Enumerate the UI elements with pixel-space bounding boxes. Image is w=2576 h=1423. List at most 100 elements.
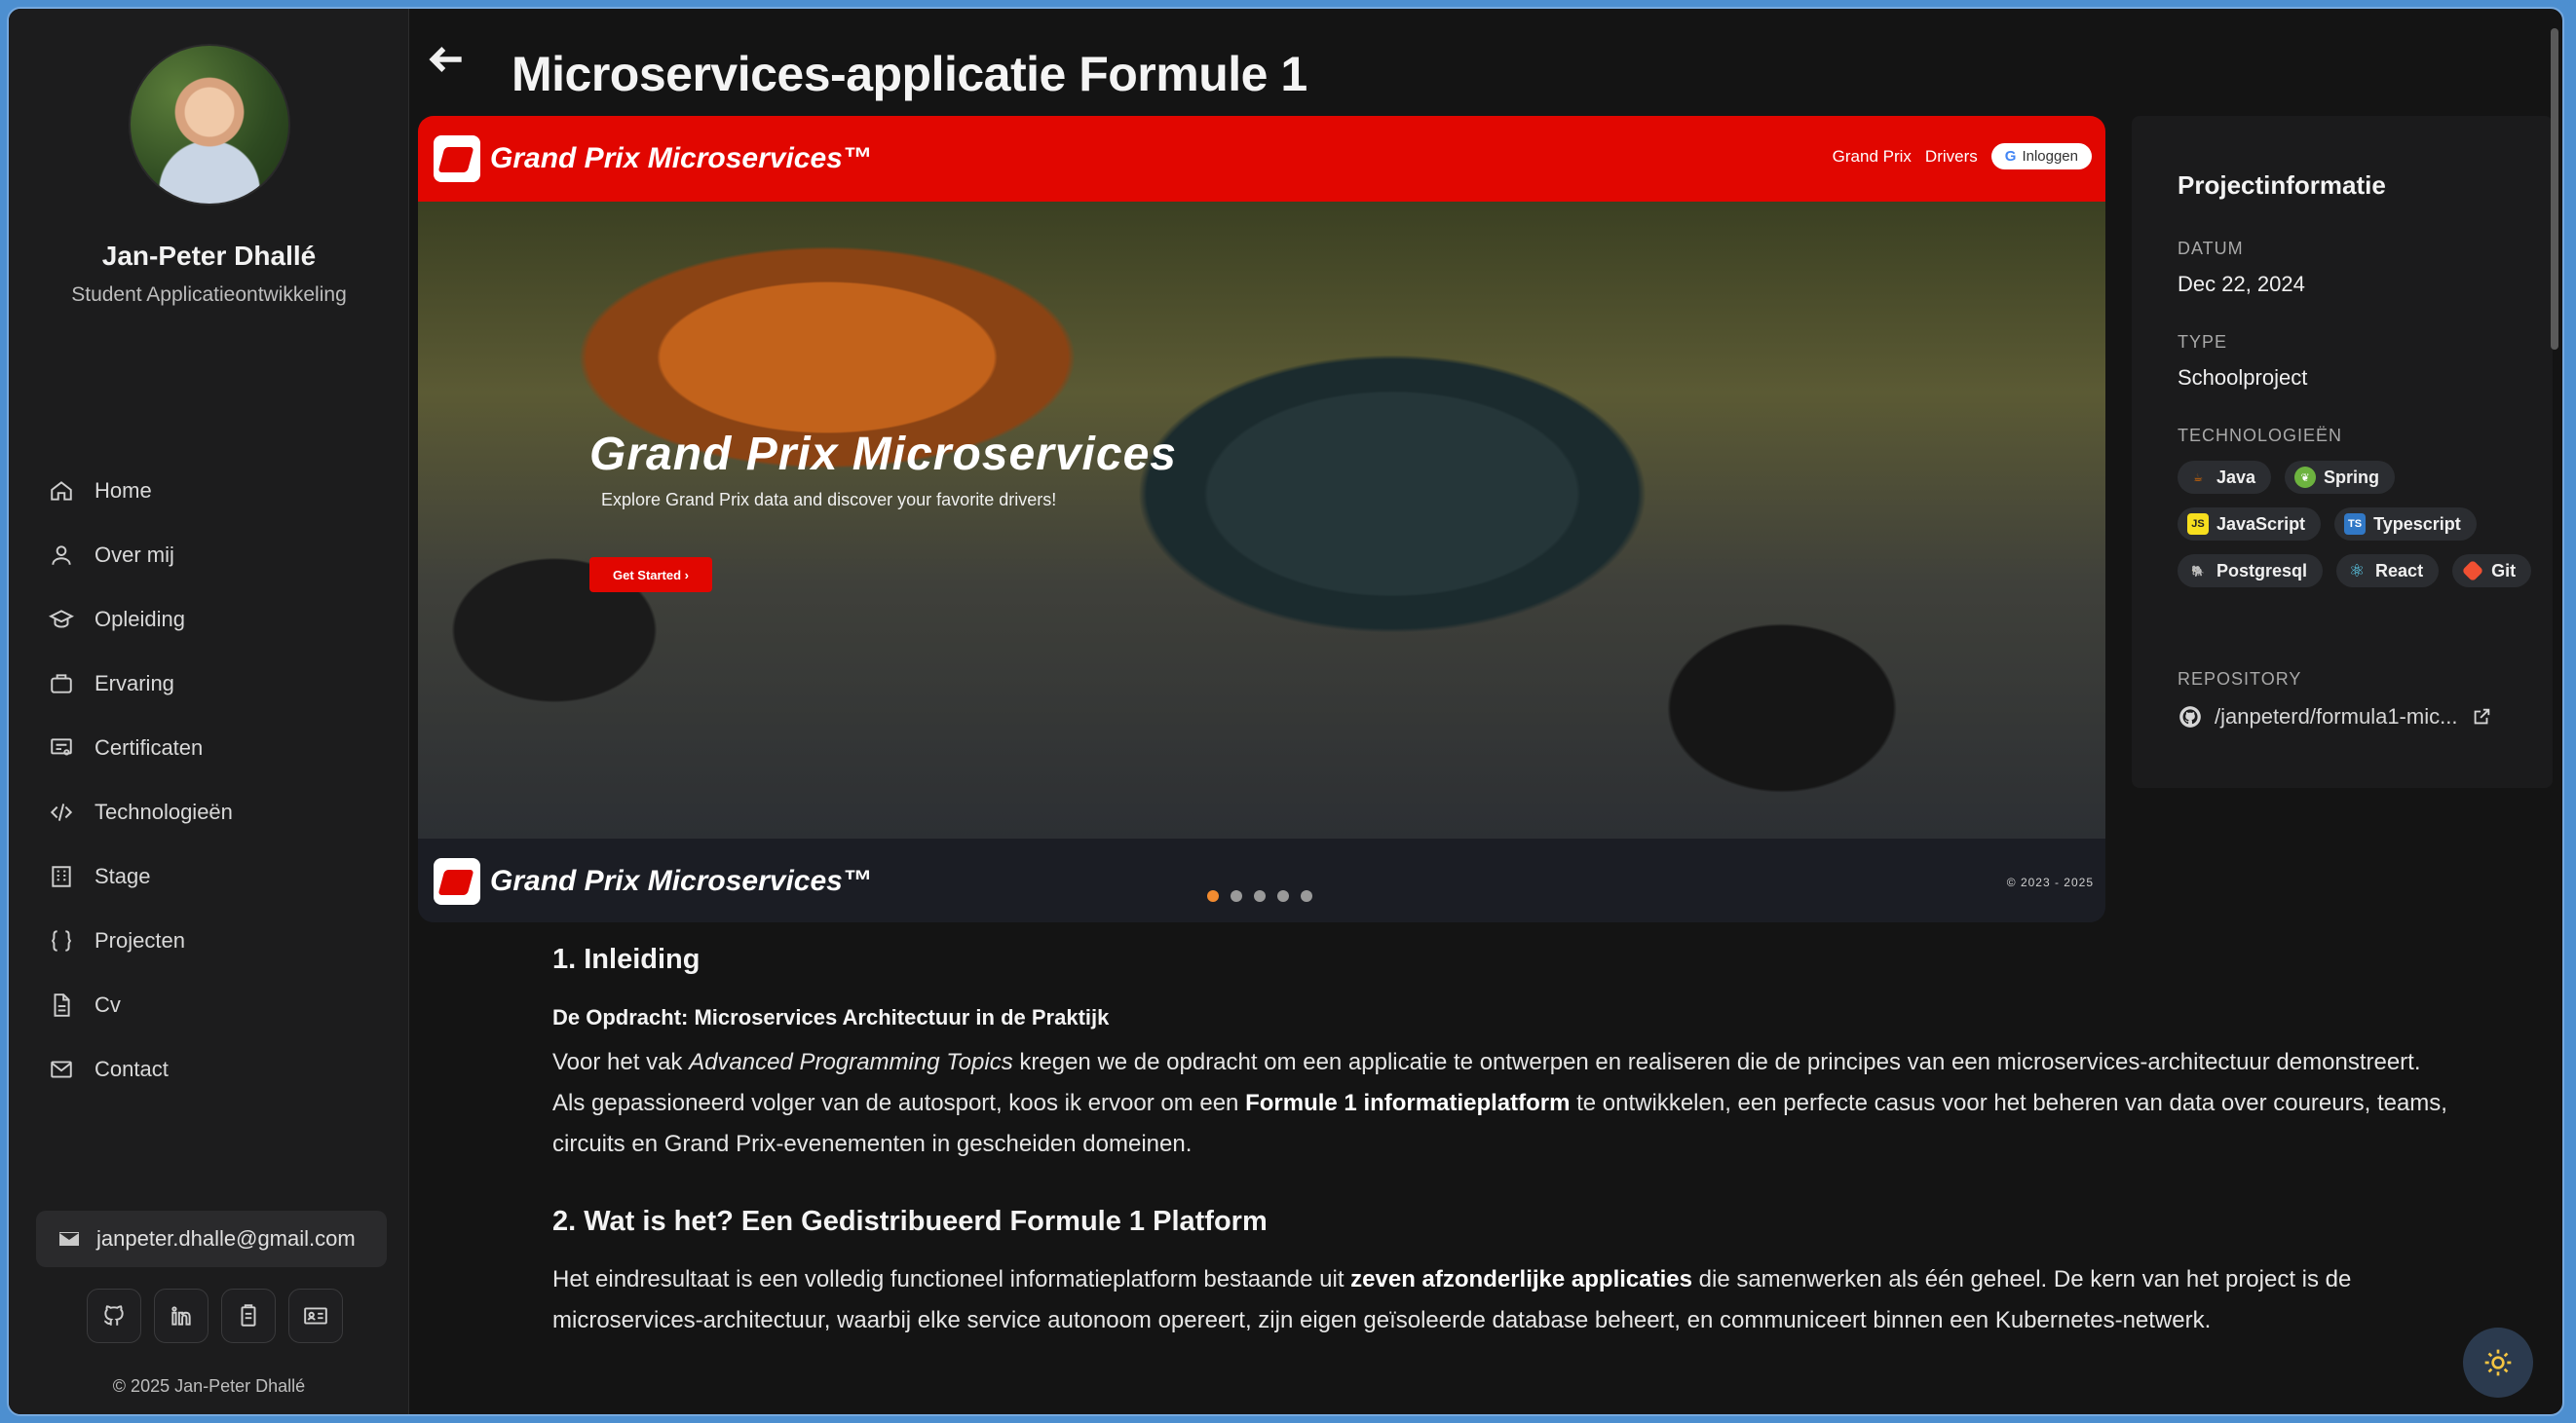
date-label: DATUM [2178,239,2244,258]
sidebar-item-label: Ervaring [95,671,174,695]
tech-chip-label: Typescript [2373,513,2461,534]
date-value: Dec 22, 2024 [2178,272,2305,296]
copyright: © 2025 Jan-Peter Dhallé [112,1376,306,1396]
carousel-dot-1[interactable] [1207,890,1219,902]
certificate-icon [46,732,77,764]
tech-chip-java: ☕ Java [2178,461,2272,494]
braces-icon [46,925,77,956]
tech-chip-label: React [2375,560,2424,580]
screenshot-nav-drivers: Drivers [1924,146,1978,166]
external-link-icon [2475,708,2490,725]
text-span: Het eindresultaat is een volledig functi… [552,1266,1351,1292]
carousel-dot-2[interactable] [1231,890,1242,902]
javascript-icon: JS [2187,513,2209,535]
java-icon: ☕ [2193,471,2203,484]
tech-chip-label: JavaScript [2216,513,2306,534]
avatar [129,44,290,206]
type-value: Schoolproject [2178,365,2308,390]
screenshot-login-button: G Inloggen [1990,143,2092,169]
screenshot-brand: Grand Prix Microservices™ [434,135,872,182]
repository-text: /janpeterd/formula1-mic... [2215,704,2458,729]
back-button[interactable] [426,38,469,81]
paragraph-wat-is-het: Het eindresultaat is een volledig functi… [552,1259,2452,1341]
github-button[interactable] [87,1289,141,1343]
grand-prix-logo-icon [434,135,480,182]
sidebar-item-label: Projecten [95,928,185,953]
carousel-dot-3[interactable] [1254,890,1266,902]
linkedin-icon [171,1306,191,1326]
profile-role: Student Applicatieontwikkeling [71,283,347,306]
sidebar-nav: Home Over mij Opleiding Ervaring Certifi… [46,459,377,1102]
repository-link[interactable]: /janpeterd/formula1-mic... [2178,704,2492,730]
sidebar-item-label: Technologieën [95,800,233,824]
carousel-pagination [1207,890,1312,902]
tech-chip-typescript: TS Typescript [2334,507,2477,541]
technology-chips: ☕ Java ❦ Spring JS JavaScript TS Typescript … [2178,461,2548,587]
briefcase-icon [46,668,77,699]
tech-chip-label: Git [2491,560,2517,580]
carousel-dot-4[interactable] [1277,890,1289,902]
sidebar-item-contact[interactable]: Contact [46,1037,377,1102]
github-icon [2179,706,2201,728]
github-icon [104,1305,124,1326]
email-text: janpeter.dhalle@gmail.com [96,1226,356,1251]
sidebar-item-technologieen[interactable]: Technologieën [46,780,377,844]
tech-chip-git: Git [2452,554,2532,587]
sidebar-item-label: Home [95,478,152,503]
text-span: Voor het vak [552,1049,690,1075]
screenshot-get-started-label: Get Started [612,567,682,582]
sidebar-item-label: Contact [95,1057,169,1081]
sun-icon [2484,1349,2512,1376]
sidebar-item-label: Over mij [95,543,174,567]
sidebar-item-over-mij[interactable]: Over mij [46,523,377,587]
sidebar-item-cv[interactable]: Cv [46,973,377,1037]
sidebar-item-stage[interactable]: Stage [46,844,377,909]
section-heading-wat-is-het: 2. Wat is het? Een Gedistribueerd Formul… [552,1206,1268,1237]
type-label: TYPE [2178,332,2228,352]
sidebar-item-projecten[interactable]: Projecten [46,909,377,973]
sidebar-item-opleiding[interactable]: Opleiding [46,587,377,652]
contact-card-button[interactable] [288,1289,343,1343]
tech-chip-javascript: JS JavaScript [2178,507,2322,541]
profile-name: Jan-Peter Dhallé [101,241,317,271]
carousel-dot-5[interactable] [1301,890,1312,902]
theme-toggle-button[interactable] [2463,1328,2533,1398]
git-icon [2461,559,2484,582]
sidebar: Jan-Peter Dhallé Student Applicatieontwi… [9,9,409,1414]
screenshot-footer-brand: Grand Prix Microservices™ [434,858,872,905]
arrow-left-icon [429,47,462,72]
cv-button[interactable] [221,1289,276,1343]
typescript-icon: TS [2344,513,2367,535]
screenshot-get-started-button: Get Started › [589,557,712,592]
strong-text: zeven afzonderlijke applicaties [1350,1266,1692,1292]
home-icon [46,475,77,506]
paragraph-inleiding: Voor het vak Advanced Programming Topics… [552,1042,2452,1165]
project-screenshot-carousel[interactable]: Grand Prix Microservices™ Grand Prix Dri… [418,116,2105,922]
screenshot-footer-brand-text: Grand Prix Microservices™ [490,865,872,897]
project-article: 1. Inleiding De Opdracht: Microservices … [552,944,2452,1341]
screenshot-hero-title: Grand Prix Microservices [589,429,1177,480]
tech-chip-label: Spring [2324,467,2380,487]
scrollbar[interactable] [2551,28,2558,350]
postgresql-icon: 🐘 [2191,565,2205,578]
sidebar-item-label: Stage [95,864,151,888]
screenshot-header: Grand Prix Microservices™ Grand Prix Dri… [418,116,2105,202]
screenshot-login-label: Inloggen [2022,148,2078,165]
grand-prix-logo-icon [434,858,480,905]
sidebar-item-label: Opleiding [95,607,185,631]
project-info-card: Projectinformatie DATUM Dec 22, 2024 TYP… [2132,116,2553,788]
sidebar-item-home[interactable]: Home [46,459,377,523]
sidebar-item-ervaring[interactable]: Ervaring [46,652,377,716]
sidebar-item-certificaten[interactable]: Certificaten [46,716,377,780]
browser-window: Jan-Peter Dhallé Student Applicatieontwi… [7,7,2564,1416]
strong-text: Formule 1 informatieplatform [1245,1090,1571,1116]
tech-chip-postgresql: 🐘 Postgresql [2178,554,2324,587]
repository-label: REPOSITORY [2178,669,2302,689]
linkedin-button[interactable] [154,1289,208,1343]
screenshot-brand-text: Grand Prix Microservices™ [490,142,872,174]
tech-chip-label: Java [2216,467,2256,487]
email-link[interactable]: janpeter.dhalle@gmail.com [36,1211,387,1267]
social-links [87,1289,343,1343]
emphasis-text: Advanced Programming Topics [689,1049,1013,1075]
spring-icon: ❦ [2294,467,2317,488]
